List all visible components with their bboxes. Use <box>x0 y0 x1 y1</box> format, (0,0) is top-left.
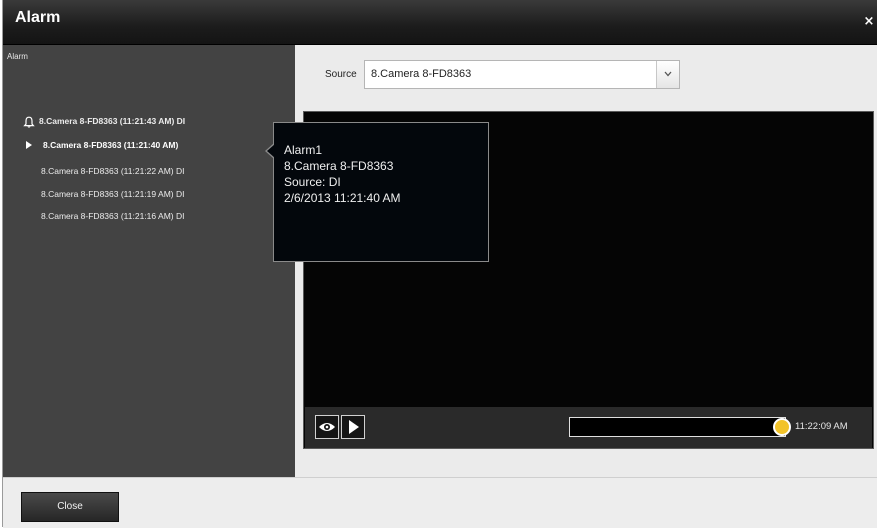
alarm-item-label: 8.Camera 8-FD8363 (11:21:40 AM) <box>43 140 179 150</box>
timeline-handle[interactable] <box>773 418 791 436</box>
play-icon <box>349 420 359 434</box>
alarm-tooltip: Alarm1 8.Camera 8-FD8363 Source: DI 2/6/… <box>273 122 489 262</box>
timeline-time: 11:22:09 AM <box>795 421 848 432</box>
source-select[interactable]: 8.Camera 8-FD8363 <box>364 60 680 89</box>
alarm-item-label: 8.Camera 8-FD8363 (11:21:16 AM) DI <box>41 211 185 221</box>
alarm-item-label: 8.Camera 8-FD8363 (11:21:22 AM) DI <box>41 166 185 176</box>
dialog-footer: Close <box>3 477 877 528</box>
alarm-list-item-selected[interactable]: 8.Camera 8-FD8363 (11:21:40 AM) <box>3 137 295 154</box>
alarm-item-label: 8.Camera 8-FD8363 (11:21:43 AM) DI <box>39 116 186 126</box>
tooltip-pointer-fill <box>267 144 275 158</box>
play-button[interactable] <box>341 415 365 439</box>
alarm-list-panel: Alarm 8.Camera 8-FD8363 (11:21:43 AM) DI… <box>3 45 295 477</box>
alarm-list-item[interactable]: 8.Camera 8-FD8363 (11:21:16 AM) DI <box>3 208 295 225</box>
source-label: Source <box>325 69 357 80</box>
alarm-item-label: 8.Camera 8-FD8363 (11:21:19 AM) DI <box>41 189 185 199</box>
player-control-bar: 11:22:09 AM <box>305 407 872 448</box>
tooltip-title: Alarm1 <box>284 143 323 157</box>
chevron-down-icon <box>664 71 672 77</box>
alarm-list-header: Alarm <box>7 52 28 61</box>
alarm-dialog: Alarm × Alarm 8.Camera 8-FD8363 (11:21:4… <box>2 0 877 528</box>
close-icon[interactable]: × <box>862 15 876 29</box>
title-bar: Alarm × <box>3 0 877 45</box>
eye-icon <box>319 423 335 431</box>
tooltip-camera: 8.Camera 8-FD8363 <box>284 159 394 173</box>
source-dropdown-button[interactable] <box>656 61 679 88</box>
window-title: Alarm <box>15 9 61 26</box>
alarm-list-item[interactable]: 8.Camera 8-FD8363 (11:21:22 AM) DI <box>3 163 295 180</box>
source-value: 8.Camera 8-FD8363 <box>371 68 472 80</box>
timeline-slider[interactable] <box>569 417 791 437</box>
eye-button[interactable] <box>315 415 339 439</box>
tooltip-source: Source: DI <box>284 175 341 189</box>
alarm-list-item[interactable]: 8.Camera 8-FD8363 (11:21:43 AM) DI <box>3 113 295 130</box>
close-button[interactable]: Close <box>21 492 119 522</box>
alarm-list-item[interactable]: 8.Camera 8-FD8363 (11:21:19 AM) DI <box>3 186 295 203</box>
tooltip-timestamp: 2/6/2013 11:21:40 AM <box>284 191 401 205</box>
